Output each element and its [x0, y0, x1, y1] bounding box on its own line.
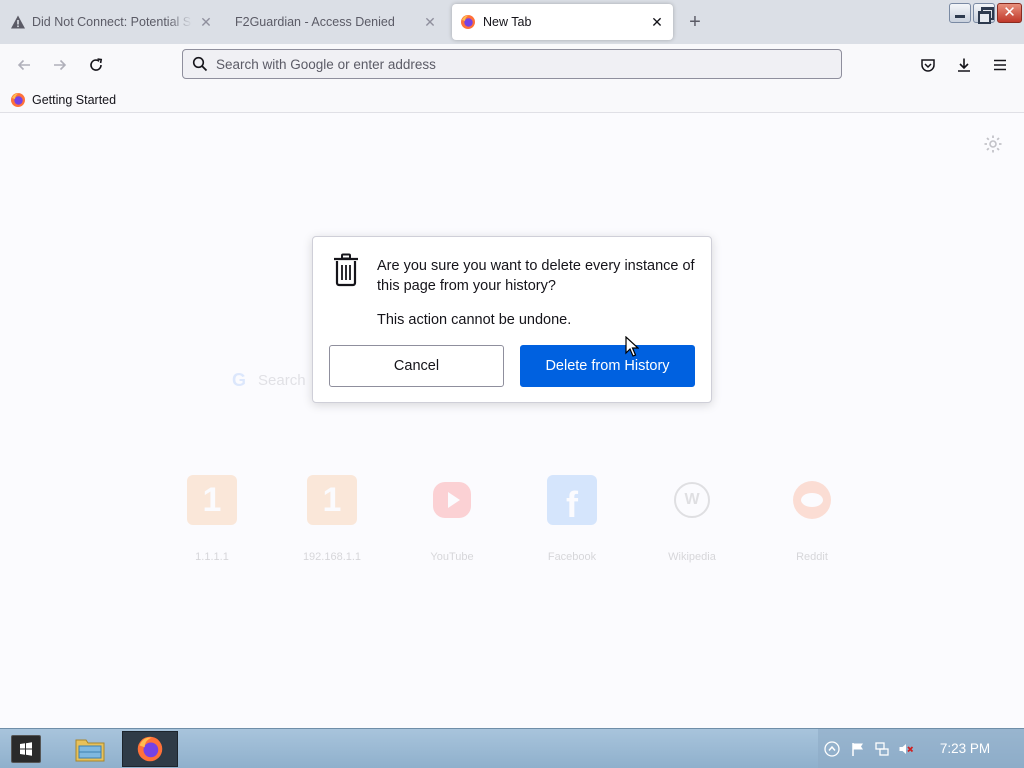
tab-title: Did Not Connect: Potential Security Issu… [32, 15, 192, 29]
windows-logo-icon [20, 742, 32, 756]
close-tab-icon[interactable]: ✕ [198, 14, 214, 30]
search-icon [191, 55, 209, 73]
chevron-up-icon[interactable] [824, 741, 840, 757]
top-site-tile[interactable]: W Wikipedia [662, 475, 722, 563]
wikipedia-icon: W [667, 475, 717, 525]
top-site-tile[interactable]: f Facebook [542, 475, 602, 563]
taskbar-file-explorer[interactable] [62, 731, 118, 767]
forward-button[interactable] [47, 52, 73, 78]
close-tab-icon[interactable]: ✕ [649, 14, 665, 30]
back-button[interactable] [11, 52, 37, 78]
address-bar[interactable] [182, 49, 842, 79]
bookmarks-toolbar: Getting Started [0, 86, 1024, 113]
minimize-button[interactable] [949, 3, 971, 23]
tab-title: F2Guardian - Access Denied [235, 15, 395, 29]
top-site-tile[interactable]: YouTube [422, 475, 482, 563]
pocket-icon [921, 59, 935, 72]
new-tab-page: G Search 1 1.1.1.1 1 192.168.1.1 YouTube… [0, 113, 1024, 728]
firefox-icon [461, 15, 475, 29]
top-site-label: YouTube [430, 551, 474, 563]
bookmark-label: Getting Started [32, 93, 117, 107]
taskbar-clock[interactable]: 7:23 PM [930, 741, 1000, 756]
tab-bar: Did Not Connect: Potential Security Issu… [0, 0, 1024, 44]
download-icon [958, 58, 970, 72]
dialog-warning: This action cannot be undone. [377, 312, 572, 328]
reddit-icon [787, 475, 837, 525]
tab-f2guardian[interactable]: F2Guardian - Access Denied ✕ [224, 4, 446, 40]
delete-history-dialog: Are you sure you want to delete every in… [312, 236, 712, 403]
trash-icon [334, 253, 358, 287]
taskbar: 7:23 PM [0, 728, 1024, 768]
top-site-tile[interactable]: Reddit [782, 475, 842, 563]
address-input[interactable] [216, 56, 816, 72]
top-site-label: Wikipedia [668, 551, 716, 563]
new-tab-button[interactable]: + [684, 11, 706, 33]
flag-icon[interactable] [850, 741, 866, 757]
top-site-label: 1.1.1.1 [195, 551, 229, 563]
hamburger-menu-icon [994, 59, 1006, 71]
arrow-left-icon [17, 59, 30, 71]
tab-did-not-connect[interactable]: Did Not Connect: Potential Security Issu… [0, 4, 222, 40]
google-icon: G [232, 369, 247, 390]
network-icon[interactable] [874, 741, 890, 757]
facebook-icon: f [547, 475, 597, 525]
top-site-label: 192.168.1.1 [302, 551, 362, 563]
dialog-message: Are you sure you want to delete every in… [377, 258, 695, 294]
youtube-icon [433, 482, 471, 518]
top-site-label: Facebook [547, 551, 597, 563]
folder-icon [75, 739, 105, 762]
taskbar-firefox[interactable] [122, 731, 178, 767]
delete-from-history-button[interactable]: Delete from History [520, 345, 695, 387]
firefox-icon [137, 736, 163, 762]
volume-muted-icon[interactable] [898, 741, 914, 757]
tab-title: New Tab [483, 15, 532, 29]
tab-new-tab[interactable]: New Tab ✕ [452, 4, 673, 40]
pocket-button[interactable] [915, 52, 941, 78]
close-window-button[interactable]: ✕ [997, 3, 1022, 23]
reload-icon [90, 58, 103, 71]
close-icon: ✕ [1003, 4, 1016, 21]
gear-icon[interactable] [983, 134, 1003, 154]
top-site-tile[interactable]: 1 192.168.1.1 [302, 475, 362, 563]
cloudflare-icon: 1 [307, 475, 357, 525]
app-menu-button[interactable] [987, 52, 1013, 78]
top-site-label: Reddit [796, 551, 828, 563]
reload-button[interactable] [83, 52, 109, 78]
nav-toolbar [0, 44, 1024, 86]
cancel-button[interactable]: Cancel [329, 345, 504, 387]
warning-icon [11, 15, 25, 29]
mouse-cursor-icon [625, 336, 639, 357]
restore-button[interactable] [973, 3, 995, 24]
bookmark-getting-started[interactable]: Getting Started [10, 90, 116, 110]
close-tab-icon[interactable]: ✕ [422, 14, 438, 30]
cloudflare-icon: 1 [187, 475, 237, 525]
downloads-button[interactable] [951, 52, 977, 78]
firefox-icon [11, 93, 25, 107]
search-placeholder: Search [258, 371, 306, 389]
start-button[interactable] [11, 735, 41, 763]
arrow-right-icon [54, 59, 67, 71]
top-site-tile[interactable]: 1 1.1.1.1 [182, 475, 242, 563]
